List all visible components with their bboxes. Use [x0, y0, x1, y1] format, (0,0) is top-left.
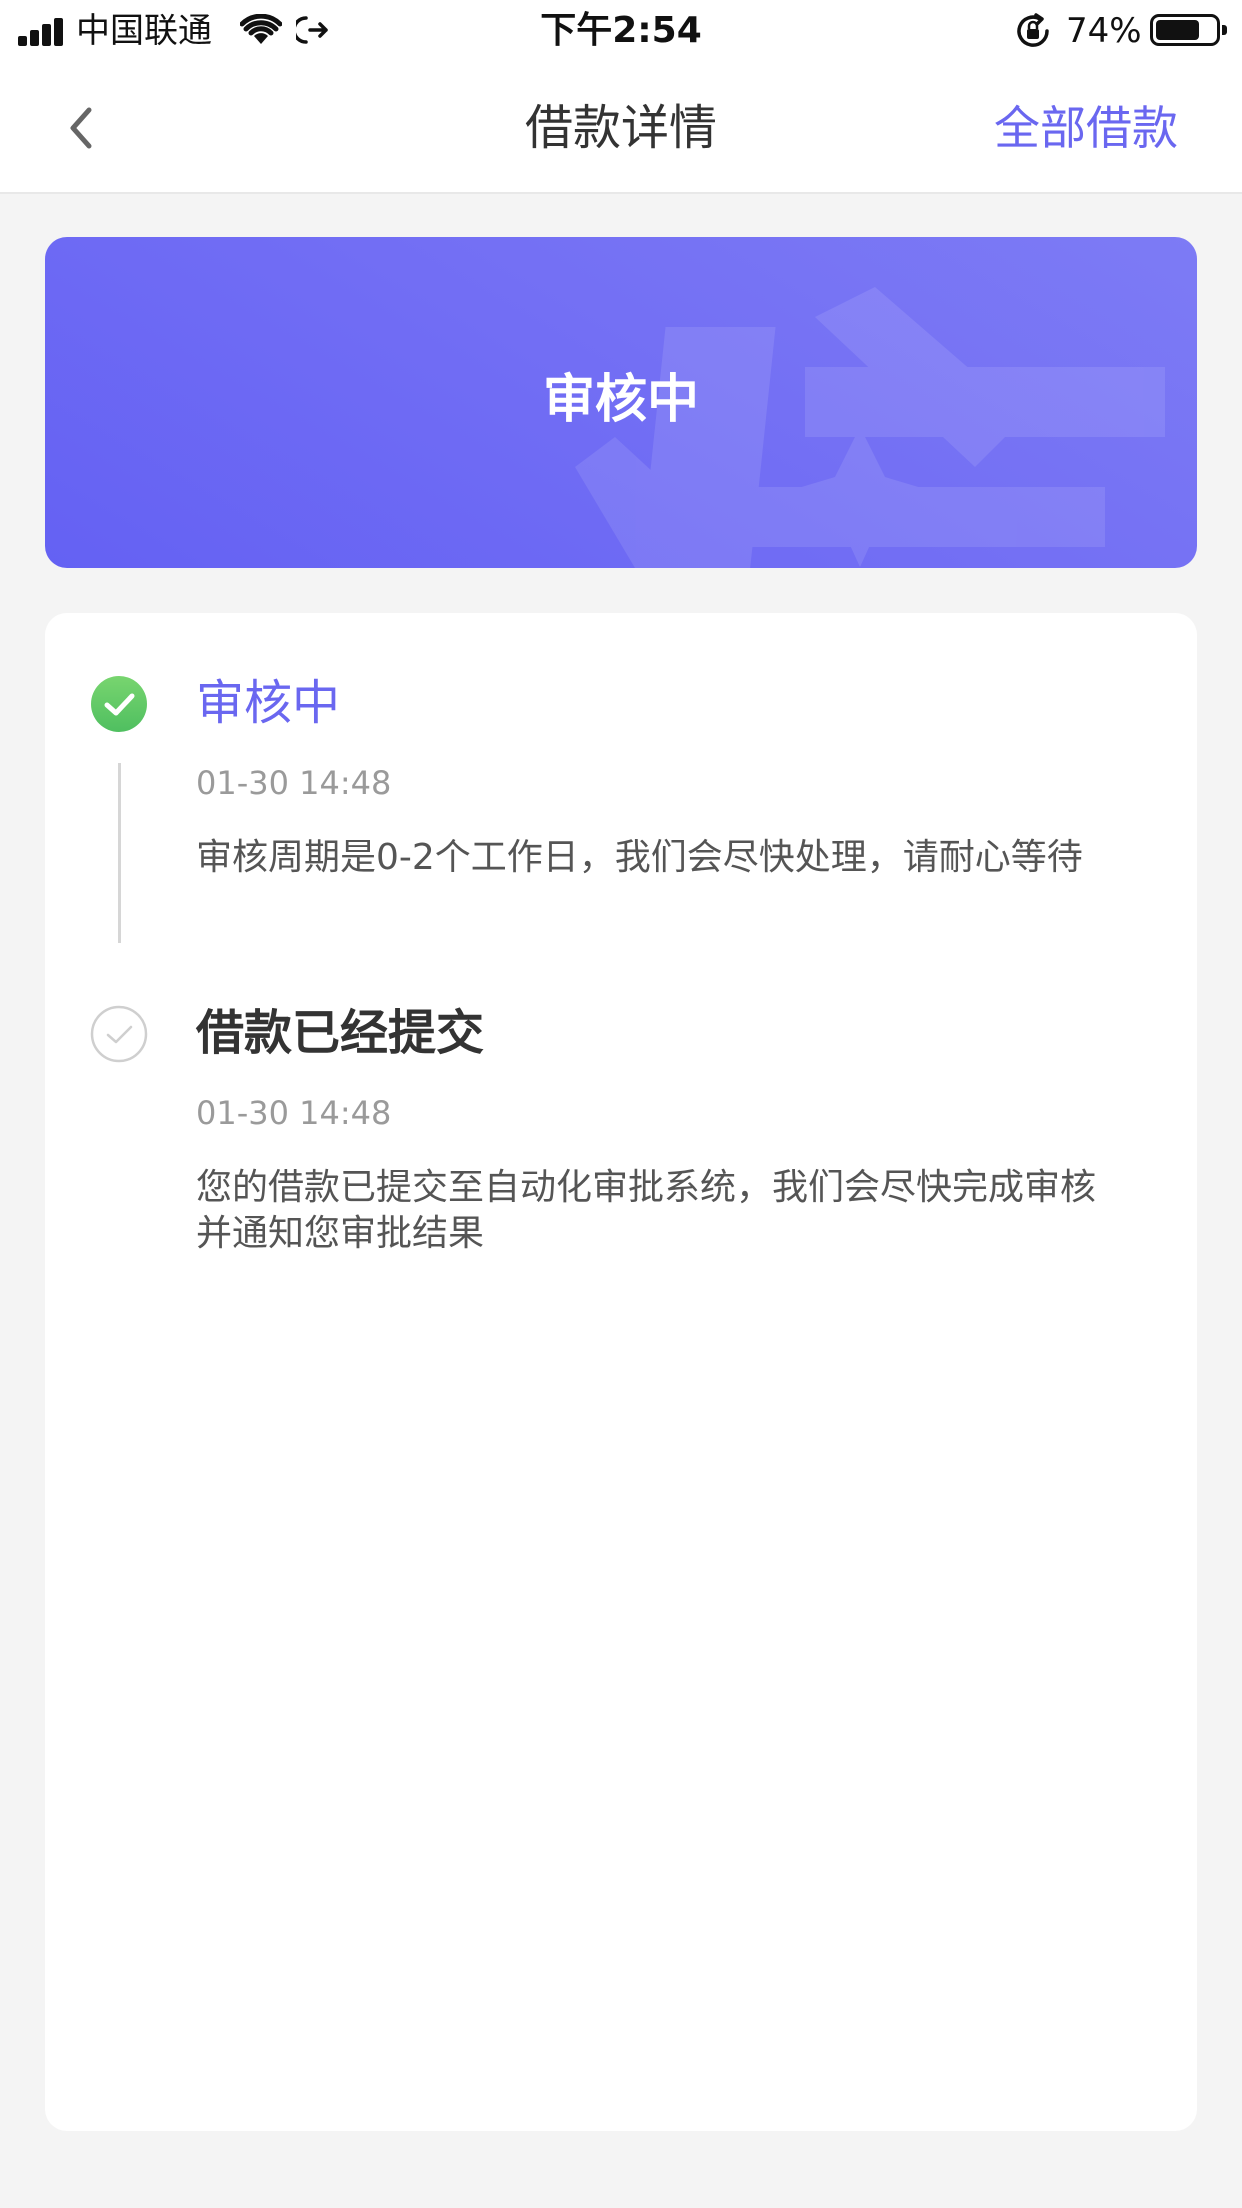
step-title: 审核中: [196, 675, 341, 731]
status-banner: 审核中: [45, 237, 1197, 568]
step-time: 01-30 14:48: [196, 1094, 392, 1132]
step-description: 审核周期是0-2个工作日，我们会尽快处理，请耐心等待: [196, 837, 1083, 878]
step-title: 借款已经提交: [196, 1005, 485, 1061]
battery-fill: [1156, 20, 1199, 40]
check-circle-outline-icon: [90, 1005, 148, 1063]
timeline-connector: [118, 763, 121, 943]
all-loans-button[interactable]: 全部借款: [994, 98, 1178, 158]
step-time: 01-30 14:48: [196, 764, 392, 802]
status-bar: 中国联通 下午2:54 74%: [0, 0, 1242, 62]
status-time: 下午2:54: [540, 10, 702, 51]
nav-bar: 借款详情 全部借款: [0, 62, 1242, 194]
battery-nub: [1222, 25, 1227, 35]
battery-percent: 74%: [1066, 11, 1142, 51]
loan-detail-screen: 中国联通 下午2:54 74% 借款详情 全部借款 审核中 审核中 01-30 …: [0, 0, 1242, 2208]
step-description: 您的借款已提交至自动化审批系统，我们会尽快完成审核并通知您审批结果: [196, 1167, 1097, 1254]
check-circle-filled-icon: [91, 676, 147, 732]
battery-icon: [1150, 14, 1227, 46]
timeline-card: 审核中 01-30 14:48 审核周期是0-2个工作日，我们会尽快处理，请耐心…: [45, 613, 1197, 2131]
orientation-lock-icon: [1017, 13, 1049, 47]
banner-status-text: 审核中: [542, 370, 699, 430]
